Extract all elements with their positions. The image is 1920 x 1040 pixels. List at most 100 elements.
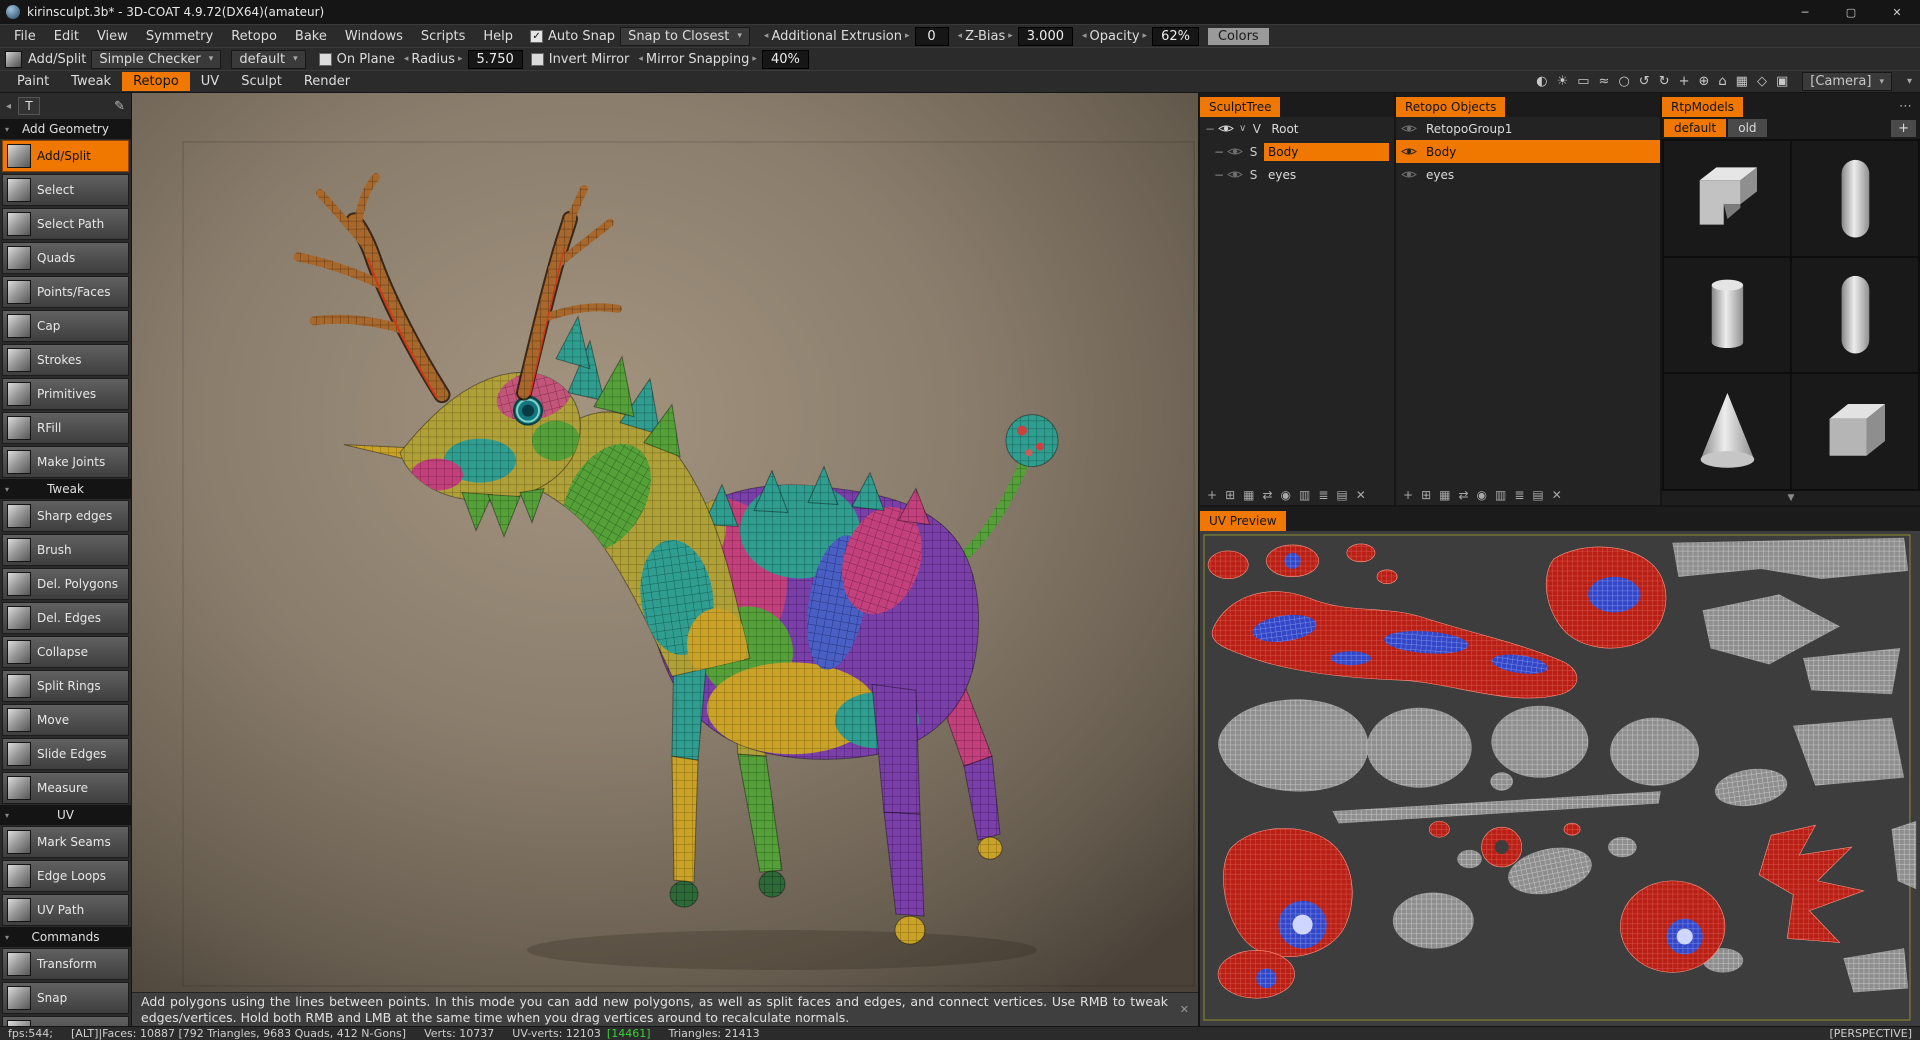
sphere-icon[interactable]: ◉ — [1477, 488, 1487, 502]
collapse-left-icon[interactable]: ◂ — [6, 101, 11, 112]
rtp-model-capsule-2[interactable] — [1792, 257, 1918, 373]
retopo-row-group[interactable]: RetopoGroup1 — [1396, 117, 1660, 140]
tab-render[interactable]: Render — [293, 72, 361, 91]
layer-label[interactable]: Root — [1267, 122, 1302, 136]
rtp-tab-old[interactable]: old — [1728, 119, 1767, 137]
mirror-snapping-spinner[interactable]: ◂ Mirror Snapping ▸ — [638, 52, 757, 67]
minimize-button[interactable]: ─ — [1782, 0, 1828, 24]
tool-add-split[interactable]: Add/Split — [2, 140, 129, 172]
panel-menu-icon[interactable]: ⋯ — [1899, 99, 1920, 117]
tool-select[interactable]: Select — [2, 174, 129, 206]
menu-bake[interactable]: Bake — [286, 29, 336, 44]
sculpt-tree-tab[interactable]: SculptTree — [1200, 97, 1281, 117]
tool-transform[interactable]: Transform — [2, 948, 129, 980]
maximize-button[interactable]: ▢ — [1828, 0, 1874, 24]
mirror-snapping-value[interactable]: 40% — [761, 49, 809, 69]
uv-preview-tab[interactable]: UV Preview — [1200, 511, 1286, 531]
colors-button[interactable]: Colors — [1207, 27, 1269, 45]
tool-partial[interactable] — [2, 1016, 129, 1026]
tool-edge-loops[interactable]: Edge Loops — [2, 860, 129, 892]
spin-right-icon[interactable]: ▸ — [458, 54, 463, 64]
tool-cap[interactable]: Cap — [2, 310, 129, 342]
section-add-geometry[interactable]: ▾ Add Geometry — [0, 119, 131, 139]
pan-icon[interactable]: + — [1679, 74, 1690, 89]
gizmo-icon[interactable]: ◇ — [1757, 74, 1767, 89]
sculpt-tree-row-root[interactable]: − ∨ V Root — [1200, 117, 1394, 140]
tool-sharp-edges[interactable]: Sharp edges — [2, 500, 129, 532]
viewport[interactable]: Add polygons using the lines between poi… — [132, 93, 1198, 1026]
retopo-row-eyes[interactable]: eyes — [1396, 163, 1660, 186]
tool-del-polygons[interactable]: Del. Polygons — [2, 568, 129, 600]
radius-spinner[interactable]: ◂ Radius ▸ — [404, 52, 463, 67]
spin-left-icon[interactable]: ◂ — [638, 54, 643, 64]
pencil-icon[interactable]: ✎ — [114, 99, 125, 114]
add-icon[interactable]: + — [1403, 488, 1413, 502]
rows-icon[interactable]: ▤ — [1336, 488, 1347, 502]
visibility-eye-icon[interactable] — [1401, 146, 1417, 157]
light-icon[interactable]: ☀ — [1557, 74, 1569, 89]
environment-icon[interactable]: ≈ — [1599, 74, 1610, 89]
tool-make-joints[interactable]: Make Joints — [2, 446, 129, 478]
tool-quads[interactable]: Quads — [2, 242, 129, 274]
retopo-objects-tab[interactable]: Retopo Objects — [1396, 97, 1506, 117]
menu-scripts[interactable]: Scripts — [412, 29, 474, 44]
panel-icon[interactable]: ▥ — [1299, 488, 1310, 502]
tool-points-faces[interactable]: Points/Faces — [2, 276, 129, 308]
layers-icon[interactable]: ▦ — [1439, 488, 1450, 502]
z-bias-spinner[interactable]: ◂ Z-Bias ▸ — [958, 29, 1013, 44]
rtp-model-cylinder[interactable] — [1664, 257, 1790, 373]
rotate-right-icon[interactable]: ↻ — [1659, 74, 1670, 89]
camera-dropdown[interactable]: [Camera] ▾ — [1802, 72, 1892, 91]
section-uv[interactable]: ▾ UV — [0, 805, 131, 825]
menu-retopo[interactable]: Retopo — [222, 29, 286, 44]
zoom-icon[interactable]: ⊕ — [1699, 74, 1710, 89]
tool-primitives[interactable]: Primitives — [2, 378, 129, 410]
additional-extrusion-spinner[interactable]: ◂ Additional Extrusion ▸ — [764, 29, 910, 44]
tool-slide-edges[interactable]: Slide Edges — [2, 738, 129, 770]
smooth-shade-icon[interactable]: ○ — [1618, 74, 1629, 89]
spin-left-icon[interactable]: ◂ — [764, 31, 769, 41]
visibility-eye-icon[interactable] — [1227, 146, 1243, 157]
opacity-spinner[interactable]: ◂ Opacity ▸ — [1082, 29, 1147, 44]
spin-right-icon[interactable]: ▸ — [752, 54, 757, 64]
visibility-eye-icon[interactable] — [1227, 169, 1243, 180]
checker-dropdown[interactable]: Simple Checker ▾ — [91, 49, 222, 69]
ortho-icon[interactable]: ▣ — [1776, 74, 1788, 89]
preset-dropdown[interactable]: default ▾ — [231, 49, 306, 69]
opacity-value[interactable]: 62% — [1152, 26, 1199, 46]
visibility-eye-icon[interactable] — [1401, 169, 1417, 180]
tool-uv-path[interactable]: UV Path — [2, 894, 129, 926]
viewport-canvas[interactable] — [132, 93, 1198, 992]
panel-icon[interactable]: ▥ — [1495, 488, 1506, 502]
expander-icon[interactable]: − — [1205, 122, 1215, 136]
list-icon[interactable]: ≣ — [1318, 488, 1328, 502]
delete-icon[interactable]: ✕ — [1552, 488, 1562, 502]
tool-collapse[interactable]: Collapse — [2, 636, 129, 668]
tool-measure[interactable]: Measure — [2, 772, 129, 804]
spin-right-icon[interactable]: ▸ — [905, 31, 910, 41]
rtp-model-cone[interactable] — [1664, 374, 1790, 489]
menu-view[interactable]: View — [88, 29, 137, 44]
clone-icon[interactable]: ⊞ — [1225, 488, 1235, 502]
delete-icon[interactable]: ✕ — [1356, 488, 1366, 502]
tool-snap[interactable]: Snap — [2, 982, 129, 1014]
rtp-model-corner[interactable] — [1664, 141, 1790, 256]
rows-icon[interactable]: ▤ — [1532, 488, 1543, 502]
snap-to-dropdown[interactable]: Snap to Closest ▾ — [620, 26, 750, 46]
home-view-icon[interactable]: ⌂ — [1718, 74, 1726, 89]
tab-paint[interactable]: Paint — [6, 72, 60, 91]
section-tweak[interactable]: ▾ Tweak — [0, 479, 131, 499]
sculpt-tree-row-eyes[interactable]: − S eyes — [1209, 163, 1394, 186]
tool-mark-seams[interactable]: Mark Seams — [2, 826, 129, 858]
swap-icon[interactable]: ⇄ — [1262, 488, 1272, 502]
add-icon[interactable]: + — [1207, 488, 1217, 502]
rotate-left-icon[interactable]: ↺ — [1639, 74, 1650, 89]
visibility-eye-icon[interactable] — [1218, 123, 1234, 134]
wireframe-icon[interactable]: ▭ — [1577, 74, 1589, 89]
retopo-group-label[interactable]: eyes — [1422, 168, 1458, 182]
menu-symmetry[interactable]: Symmetry — [137, 29, 222, 44]
tool-brush[interactable]: Brush — [2, 534, 129, 566]
on-plane-checkbox[interactable] — [318, 52, 332, 66]
spin-left-icon[interactable]: ◂ — [404, 54, 409, 64]
retopo-group-label-selected[interactable]: Body — [1422, 145, 1655, 159]
